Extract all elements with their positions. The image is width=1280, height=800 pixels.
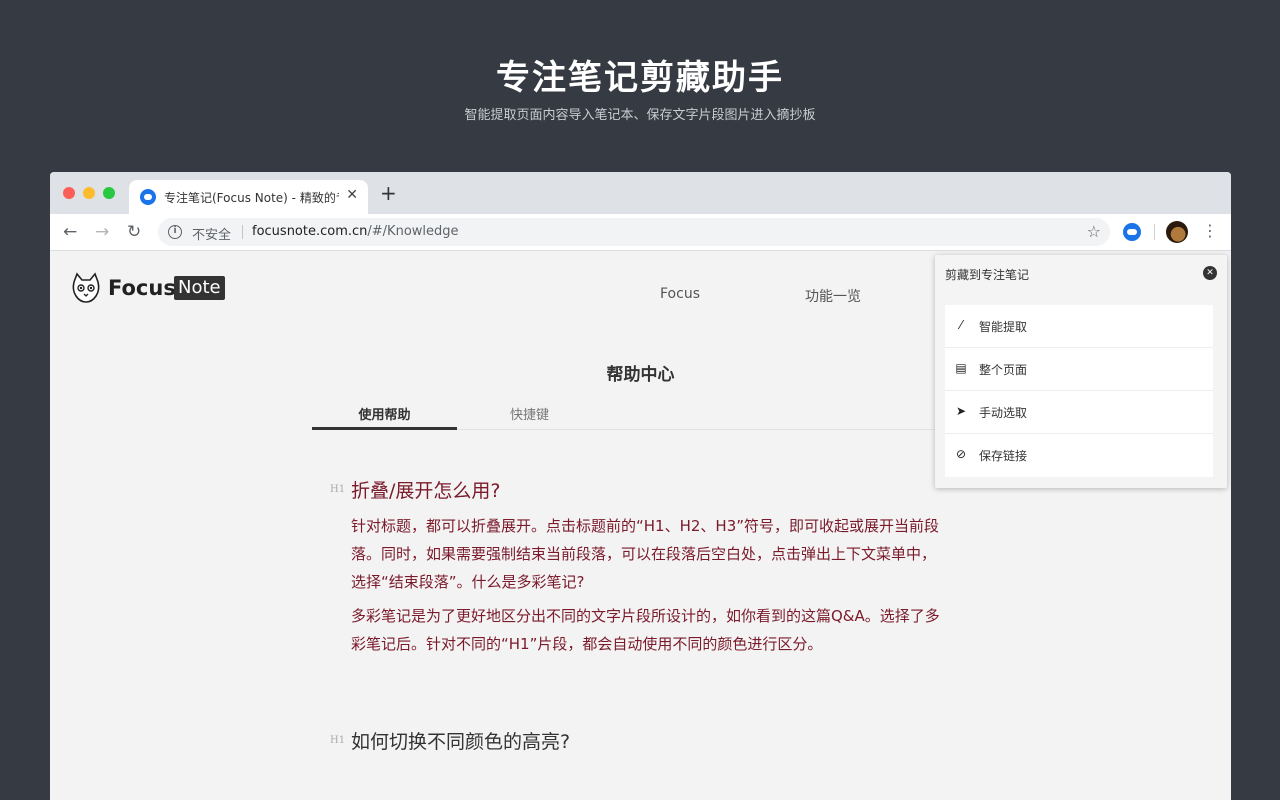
bookmark-star-icon[interactable]: ☆ [1087,222,1101,241]
clip-option-manual-select[interactable]: ➤ 手动选取 [945,391,1213,434]
focusnote-extension-icon[interactable] [1123,223,1141,241]
section-heading: 如何切换不同颜色的高亮? [351,731,571,753]
url-path: /#/Knowledge [367,224,459,239]
url-host: focusnote.com.cn [252,224,368,239]
magic-wand-icon: ⁄ [959,318,962,332]
clip-option-smart-extract[interactable]: ⁄ 智能提取 [945,305,1213,348]
browser-tab[interactable]: 专注笔记(Focus Note) - 精致的专 ✕ [129,180,368,214]
address-bar[interactable]: i 不安全 focusnote.com.cn/#/Knowledge ☆ [158,218,1110,246]
hero-subtitle: 智能提取页面内容导入笔记本、保存文字片段图片进入摘抄板 [464,108,816,123]
section-heading: 折叠/展开怎么用? [351,480,501,502]
security-label: 不安全 [192,228,232,243]
close-window-button[interactable] [63,187,75,199]
minimize-window-button[interactable] [83,187,95,199]
section-paragraph: 多彩笔记是为了更好地区分出不同的文字片段所设计的，如你看到的这篇Q&A。选择了多… [351,607,940,653]
back-button[interactable]: ← [63,222,77,242]
web-page: Focus Note Focus 功能一览 帮助中心 使用帮助 快捷键 H1 折… [50,252,1231,800]
profile-avatar[interactable] [1166,221,1188,243]
url-text[interactable]: focusnote.com.cn/#/Knowledge [252,224,459,239]
h1-toggle-marker[interactable]: H1 [330,484,345,495]
logo-note-text: Note [174,276,225,300]
cursor-icon: ➤ [955,404,967,418]
clip-option-label: 保存链接 [979,449,1028,463]
browser-menu-icon[interactable]: ⋮ [1202,221,1218,241]
section-paragraph: 针对标题，都可以折叠展开。点击标题前的“H1、H2、H3”符号，即可收起或展开当… [351,517,940,591]
reload-button[interactable]: ↻ [127,222,141,242]
forward-button[interactable]: → [95,222,109,242]
browser-window: 专注笔记(Focus Note) - 精致的专 ✕ + ← → ↻ i 不安全 … [50,172,1231,800]
logo-focus-text: Focus [108,276,176,300]
tab-usage-help[interactable]: 使用帮助 [312,404,457,430]
clip-option-label: 智能提取 [979,320,1028,334]
new-tab-button[interactable]: + [380,183,397,203]
hero-title: 专注笔记剪藏助手 [496,58,784,98]
popup-close-icon[interactable]: ✕ [1203,266,1217,280]
clip-popup: 剪藏到专注笔记 ✕ ⁄ 智能提取 ▤ 整个页面 ➤ 手动选取 ⊘ 保存链接 [935,255,1227,488]
nav-link-features[interactable]: 功能一览 [805,286,861,306]
cat-logo-icon [72,272,100,303]
browser-toolbar: ← → ↻ i 不安全 focusnote.com.cn/#/Knowledge… [50,214,1231,251]
h1-toggle-marker[interactable]: H1 [330,735,345,746]
link-icon: ⊘ [955,447,967,461]
popup-title: 剪藏到专注笔记 [945,268,1030,282]
help-tabs: 使用帮助 快捷键 [312,400,972,430]
clip-option-save-link[interactable]: ⊘ 保存链接 [945,434,1213,477]
info-icon[interactable]: i [168,225,182,239]
nav-link-focus[interactable]: Focus [660,286,700,302]
focusnote-favicon-icon [140,189,156,205]
toolbar-divider [1154,224,1155,240]
clip-option-whole-page[interactable]: ▤ 整个页面 [945,348,1213,391]
address-divider [242,225,243,239]
tab-title: 专注笔记(Focus Note) - 精致的专 [164,191,339,205]
clip-options: ⁄ 智能提取 ▤ 整个页面 ➤ 手动选取 ⊘ 保存链接 [945,305,1213,477]
maximize-window-button[interactable] [103,187,115,199]
tab-shortcuts[interactable]: 快捷键 [457,404,602,430]
clip-option-label: 整个页面 [979,363,1028,377]
document-icon: ▤ [955,361,967,375]
tab-bar: 专注笔记(Focus Note) - 精致的专 ✕ + [50,172,1231,214]
tab-close-icon[interactable]: ✕ [346,187,358,203]
clip-option-label: 手动选取 [979,406,1028,420]
